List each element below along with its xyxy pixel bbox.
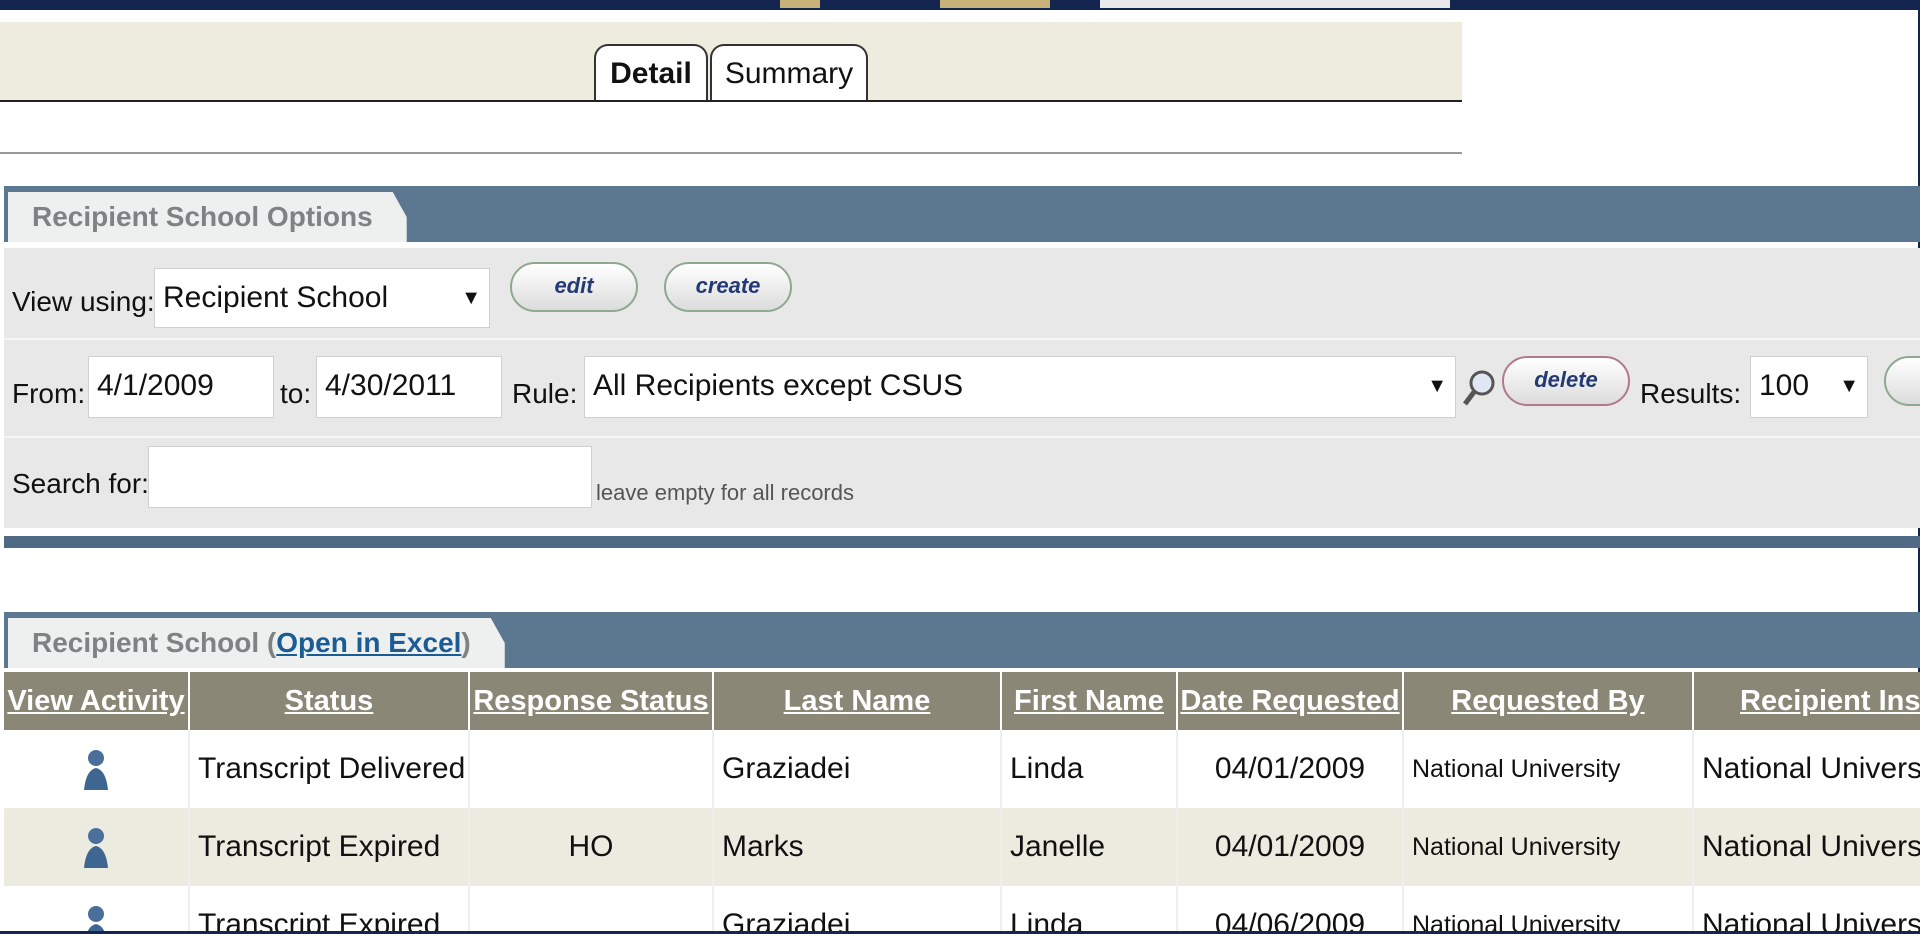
results-title-text: Recipient School ( [32, 627, 277, 658]
first-name-cell: Linda [1002, 730, 1178, 808]
date-requested-cell: 04/06/2009 [1178, 886, 1404, 931]
results-title-close: ) [461, 627, 471, 658]
col-first-name[interactable]: First Name [1002, 672, 1178, 730]
requested-by-cell: National University [1404, 808, 1694, 886]
banner-decoration [780, 0, 820, 8]
from-label: From: [12, 378, 86, 409]
to-date-input[interactable]: 4/30/2011 [316, 356, 502, 418]
window-top-border [0, 0, 1920, 10]
status-cell: Transcript Delivered [190, 730, 470, 808]
person-icon[interactable] [82, 748, 110, 792]
create-button[interactable]: create [664, 262, 792, 312]
open-in-excel-link[interactable]: Open in Excel [276, 627, 461, 658]
search-label: Search for: [12, 468, 149, 499]
table-header-row: View Activity Status Response Status Las… [4, 672, 1920, 730]
options-panel: View using: Recipient School ▼ edit crea… [4, 248, 1920, 528]
view-using-label: View using: [12, 286, 155, 317]
col-response-status[interactable]: Response Status [470, 672, 714, 730]
col-status[interactable]: Status [190, 672, 470, 730]
view-using-value: Recipient School [163, 281, 389, 314]
banner-decoration [940, 0, 1050, 8]
options-section-title: Recipient School Options [8, 192, 407, 242]
view-activity-cell [4, 886, 190, 931]
table-row: Transcript Expired Graziadei Linda 04/06… [4, 886, 1920, 931]
table-row: Transcript Expired HO Marks Janelle 04/0… [4, 808, 1920, 886]
search-row: Search for: leave empty for all records [4, 438, 1920, 528]
results-section-header: Recipient School (Open in Excel) [4, 612, 1920, 668]
search-input[interactable] [148, 446, 592, 508]
view-using-row: View using: Recipient School ▼ edit crea… [4, 248, 1920, 340]
chevron-down-icon: ▼ [461, 287, 481, 309]
status-cell: Transcript Expired [190, 808, 470, 886]
options-section-header: Recipient School Options [4, 186, 1920, 242]
person-icon[interactable] [82, 826, 110, 870]
recipient-cell: National University [1702, 752, 1920, 785]
divider [0, 152, 1462, 154]
view-activity-cell [4, 808, 190, 886]
banner-decoration [1100, 0, 1450, 8]
results-section-title: Recipient School (Open in Excel) [8, 618, 505, 668]
date-requested-cell: 04/01/2009 [1178, 730, 1404, 808]
last-name-cell: Graziadei [714, 730, 1002, 808]
filter-row: From: 4/1/2009 to: 4/30/2011 Rule: All R… [4, 340, 1920, 438]
last-name-cell: Marks [714, 808, 1002, 886]
col-recipient-institution[interactable]: Recipient Institu [1694, 672, 1920, 730]
col-last-name[interactable]: Last Name [714, 672, 1002, 730]
last-name-cell: Graziadei [714, 886, 1002, 931]
person-icon[interactable] [82, 904, 110, 931]
recipient-cell: National University [1702, 908, 1920, 931]
go-button[interactable] [1884, 356, 1920, 406]
col-view-activity[interactable]: View Activity [4, 672, 190, 730]
table-row: Transcript Delivered Graziadei Linda 04/… [4, 730, 1920, 808]
date-requested-cell: 04/01/2009 [1178, 808, 1404, 886]
col-date-requested[interactable]: Date Requested [1178, 672, 1404, 730]
from-date-input[interactable]: 4/1/2009 [88, 356, 274, 418]
requested-by-cell: National University [1404, 886, 1694, 931]
response-status-cell [470, 886, 714, 931]
first-name-cell: Janelle [1002, 808, 1178, 886]
magnifier-icon[interactable] [1462, 368, 1498, 408]
chevron-down-icon: ▼ [1427, 375, 1447, 397]
results-value: 100 [1759, 369, 1810, 402]
tab-summary[interactable]: Summary [710, 44, 868, 100]
chevron-down-icon: ▼ [1839, 375, 1859, 397]
rule-select[interactable]: All Recipients except CSUS ▼ [584, 356, 1456, 418]
results-label: Results: [1640, 378, 1742, 409]
col-requested-by[interactable]: Requested By [1404, 672, 1694, 730]
search-hint: leave empty for all records [596, 480, 854, 505]
rule-label: Rule: [512, 378, 578, 409]
requested-by-cell: National University [1404, 730, 1694, 808]
response-status-cell: HO [470, 808, 714, 886]
status-cell: Transcript Expired [190, 886, 470, 931]
view-activity-cell [4, 730, 190, 808]
rule-value: All Recipients except CSUS [593, 369, 964, 402]
delete-button[interactable]: delete [1502, 356, 1630, 406]
to-label: to: [280, 378, 312, 409]
edit-button[interactable]: edit [510, 262, 638, 312]
response-status-cell [470, 730, 714, 808]
tab-detail[interactable]: Detail [594, 44, 708, 100]
options-footer-bar [4, 536, 1920, 548]
first-name-cell: Linda [1002, 886, 1178, 931]
recipient-cell: National University [1702, 830, 1920, 863]
results-select[interactable]: 100 ▼ [1750, 356, 1868, 418]
view-using-select[interactable]: Recipient School ▼ [154, 268, 490, 328]
